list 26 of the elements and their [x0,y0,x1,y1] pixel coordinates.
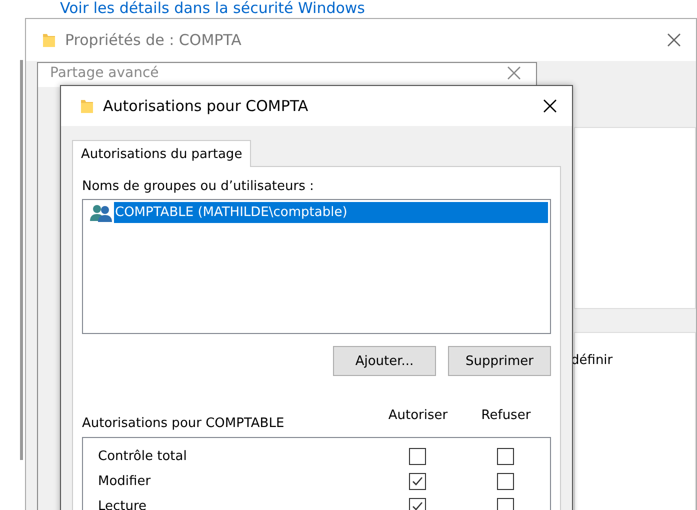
close-icon[interactable] [542,98,558,114]
window-title: Propriétés de : COMPTA [65,31,242,49]
checkbox[interactable] [408,473,426,490]
checkbox[interactable] [408,498,426,510]
column-header: Autoriser [387,408,449,425]
permission-name: Contrôle total [98,449,188,464]
checkbox[interactable] [496,448,514,465]
dialog-button[interactable]: Ajouter... [333,346,436,376]
security-link[interactable]: Voir les détails dans la sécurité Windows [60,0,365,17]
permissions-label: Autorisations pour COMPTABLE [82,416,286,433]
window-title: Autorisations pour COMPTA [103,97,310,115]
checkbox[interactable] [496,498,514,510]
checkbox[interactable] [496,473,514,490]
side-text: définir [571,353,613,368]
users-icon [90,204,114,222]
user-item[interactable]: COMPTABLE (MATHILDE\comptable) [114,202,548,223]
column-header: Refuser [480,408,532,425]
permission-name: Lecture [98,499,148,510]
users-label: Noms de groupes ou d’utilisateurs : [82,179,314,194]
dialog-button[interactable]: Supprimer [448,346,551,376]
folder-icon [80,98,94,114]
window-title: Partage avancé [50,65,160,81]
folder-icon [42,32,56,48]
tab[interactable]: Autorisations du partage [72,140,252,167]
permission-name: Modifier [98,474,152,489]
checkbox[interactable] [408,448,426,465]
